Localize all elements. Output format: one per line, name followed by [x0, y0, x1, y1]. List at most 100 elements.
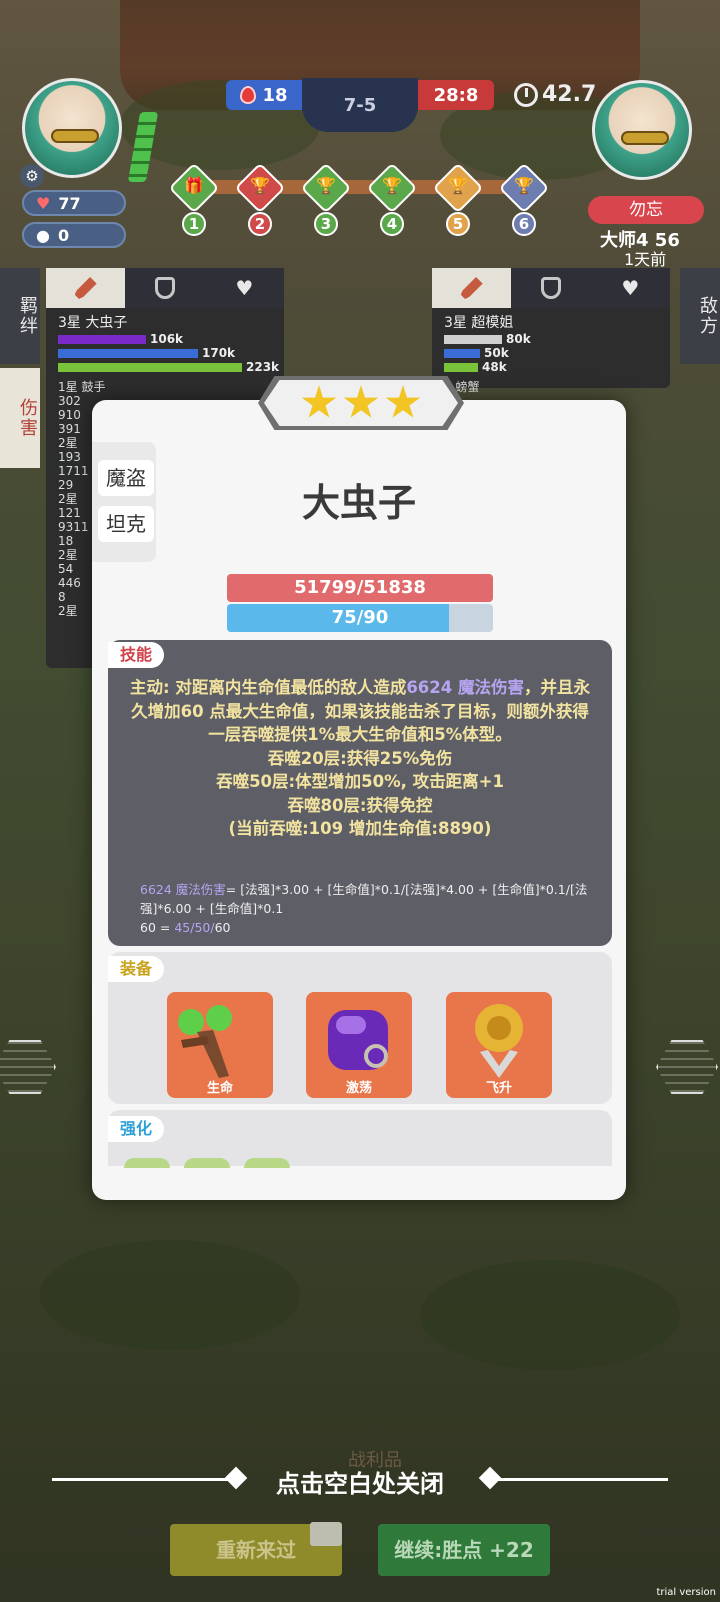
formula2-end: 60	[214, 920, 231, 935]
right-damage-panel: ♥ 3星 超模姐 80k 50k 48k 1 螃蟹	[432, 268, 670, 394]
enhance-slot	[124, 1158, 170, 1168]
skill-stack-2: 吞噬50层:体型增加50%, 攻击距离+1	[216, 772, 504, 791]
stopwatch-icon	[514, 82, 538, 107]
formula2-prefix: 60 =	[140, 920, 175, 935]
skill-stack-1: 吞噬20层:获得25%免伤	[267, 748, 453, 768]
health-pill: ♥ 77	[22, 190, 126, 216]
magic-damage-bar	[58, 334, 146, 344]
player-avatar[interactable]	[22, 78, 122, 178]
damage-bar-row: 223k	[58, 360, 284, 374]
opponent-last-seen: 1天前	[624, 250, 667, 269]
ascension-icon	[475, 1004, 523, 1078]
star-icon	[343, 385, 379, 418]
opponent-avatar[interactable]	[592, 80, 692, 180]
sword-icon	[74, 277, 97, 299]
blood-drop-icon	[240, 86, 257, 104]
tab-enemy[interactable]: 敌方	[680, 268, 720, 364]
tab-heal[interactable]: ♥	[204, 268, 284, 308]
tab-damage[interactable]: 伤害	[0, 368, 40, 468]
round-score: 7-5	[302, 78, 418, 132]
enhance-slot	[184, 1158, 230, 1168]
damage-bar-row: 170k	[58, 346, 284, 360]
heart-icon: ♥	[621, 276, 640, 300]
round-number: 2	[248, 212, 272, 236]
enhance-panel	[108, 1110, 612, 1166]
skill-description: 主动: 对距离内生命值最低的敌人造成6624 魔法伤害，并且永久增加60 点最大…	[124, 676, 596, 841]
physical-damage-bar	[58, 348, 198, 358]
trophy-icon: 🏆	[250, 176, 270, 195]
skill-stack-3: 吞噬80层:获得免控	[287, 795, 433, 815]
coin-icon: ●	[36, 225, 50, 245]
total-damage-bar	[58, 362, 242, 372]
list-item: 1星 鼓手	[58, 380, 106, 394]
hint-line-left	[52, 1478, 232, 1481]
round-number: 6	[512, 212, 536, 236]
equipment-slot[interactable]: 飞升	[446, 992, 552, 1098]
red-score: 28:8	[418, 80, 494, 110]
panel-tabs: ♥	[432, 268, 670, 308]
equipment-slot[interactable]: 生命	[167, 992, 273, 1098]
round-timer: 42.7	[514, 82, 596, 107]
formula-highlight: 6624 魔法伤害	[140, 882, 226, 897]
bar-value: 48k	[482, 360, 507, 374]
unit-title: 3星 大虫子	[58, 315, 128, 331]
mana-bar: 75/90	[227, 604, 493, 632]
formula-line-2: 60 = 45/50/60	[140, 918, 590, 937]
tab-attack[interactable]	[46, 268, 126, 308]
unit-name: 大虫子	[301, 481, 416, 525]
mana-value: 75/90	[331, 607, 389, 628]
damage-bar-row: 106k	[58, 332, 284, 346]
total-damage-bar	[444, 362, 478, 372]
skill-current: (当前吞噬:109 增加生命值:8890)	[228, 819, 492, 838]
hp-bar: 51799/51838	[227, 574, 493, 602]
trophy-icon: 🏆	[514, 176, 534, 195]
heart-icon: ♥	[235, 276, 254, 300]
skill-tag: 技能	[108, 642, 165, 668]
tab-heal[interactable]: ♥	[590, 268, 670, 308]
enhance-tag: 强化	[108, 1116, 165, 1142]
tab-attack[interactable]	[432, 268, 512, 308]
video-ad-icon	[310, 1522, 342, 1546]
tab-defense[interactable]	[511, 268, 591, 308]
equipment-tag: 装备	[108, 956, 165, 982]
formula-line: 6624 魔法伤害= [法强]*3.00 + [生命值]*0.1/[法强]*4.…	[140, 880, 590, 918]
tab-defense[interactable]	[125, 268, 205, 308]
settings-gear-icon[interactable]: ⚙	[20, 164, 44, 188]
unit-list: 1 螃蟹	[432, 374, 670, 400]
trophy-icon: 🏆	[316, 176, 336, 195]
bar-value: 106k	[150, 332, 184, 346]
opponent-name: 勿忘	[588, 196, 704, 224]
equipment-name: 飞升	[485, 1081, 512, 1096]
list-item: 1 螃蟹	[444, 380, 480, 394]
enhance-slot	[244, 1158, 290, 1168]
equipment-name: 激荡	[345, 1081, 372, 1096]
sword-icon	[460, 277, 483, 299]
orb-icon	[328, 1010, 388, 1070]
avatar-glasses	[51, 129, 99, 143]
timer-value: 42.7	[542, 82, 597, 107]
damage-bar-row: 48k	[444, 360, 670, 374]
star-rating	[264, 380, 458, 426]
star-icon	[301, 385, 337, 418]
trophy-icon: 🏆	[448, 176, 468, 195]
trophy-icon: 🏆	[382, 176, 402, 195]
panel-tabs: ♥	[46, 268, 284, 308]
equipment-slot[interactable]: 激荡	[306, 992, 412, 1098]
shield-icon	[154, 277, 175, 299]
continue-button[interactable]: 继续:胜点 +22	[378, 1524, 550, 1576]
shield-icon	[540, 277, 561, 299]
round-number: 1	[182, 212, 206, 236]
tab-bonds[interactable]: 羁绊	[0, 268, 40, 364]
skill-formula: 6624 魔法伤害= [法强]*3.00 + [生命值]*0.1/[法强]*4.…	[140, 880, 590, 937]
bar-value: 223k	[246, 360, 280, 374]
skill-damage-highlight: 6624 魔法伤害	[406, 678, 524, 697]
heart-icon: ♥	[36, 193, 51, 213]
physical-damage-bar	[444, 348, 480, 358]
star-icon	[385, 385, 421, 418]
staff-icon	[178, 1005, 232, 1078]
unit-title: 3星 超模姐	[444, 315, 514, 331]
bar-value: 170k	[202, 346, 236, 360]
formula2-highlight: 45/50/	[174, 920, 215, 935]
hint-line-right	[488, 1478, 668, 1481]
damage-bar-row: 80k	[444, 332, 670, 346]
